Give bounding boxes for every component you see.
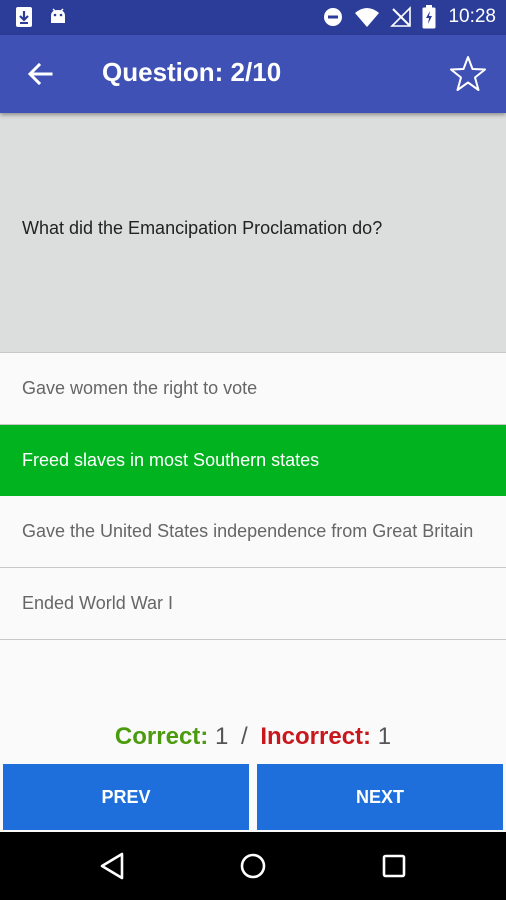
recents-square-icon[interactable] (377, 849, 411, 883)
wifi-icon (355, 8, 380, 27)
answer-option-1[interactable]: Gave women the right to vote (0, 353, 506, 425)
correct-label: Correct: (114, 723, 209, 750)
battery-charging-icon (422, 5, 436, 29)
star-outline-icon[interactable] (448, 54, 488, 94)
question-text: What did the Emancipation Proclamation d… (22, 218, 383, 238)
score-display: Correct: 1 / Incorrect: 1 (0, 723, 506, 751)
system-navigation-bar (0, 832, 506, 900)
correct-count: 1 (214, 723, 229, 750)
score-separator: / (240, 723, 248, 750)
answer-option-3[interactable]: Gave the United States independence from… (0, 496, 506, 568)
no-signal-icon (390, 6, 412, 27)
answer-label: Gave the United States independence from… (22, 521, 474, 541)
incorrect-count: 1 (377, 723, 392, 750)
arrow-back-icon[interactable] (24, 58, 56, 90)
incorrect-label: Incorrect: (260, 723, 372, 750)
app-bar: Question: 2/10 (0, 35, 506, 113)
answer-label: Freed slaves in most Southern states (22, 449, 320, 470)
page-title: Question: 2/10 (102, 57, 282, 87)
status-time: 10:28 (448, 6, 496, 27)
download-icon (16, 7, 32, 27)
question-panel: What did the Emancipation Proclamation d… (0, 113, 506, 353)
answer-option-2-selected[interactable]: Freed slaves in most Southern states (0, 425, 506, 496)
status-bar: 10:28 (0, 0, 506, 35)
back-triangle-icon[interactable] (96, 849, 130, 883)
android-icon (51, 8, 65, 23)
next-button[interactable]: NEXT (257, 764, 503, 830)
prev-button[interactable]: PREV (3, 764, 249, 830)
home-circle-icon[interactable] (236, 849, 270, 883)
answer-option-4[interactable]: Ended World War I (0, 568, 506, 640)
answer-label: Gave women the right to vote (22, 378, 258, 398)
answer-label: Ended World War I (22, 593, 174, 613)
do-not-disturb-icon (324, 8, 343, 26)
